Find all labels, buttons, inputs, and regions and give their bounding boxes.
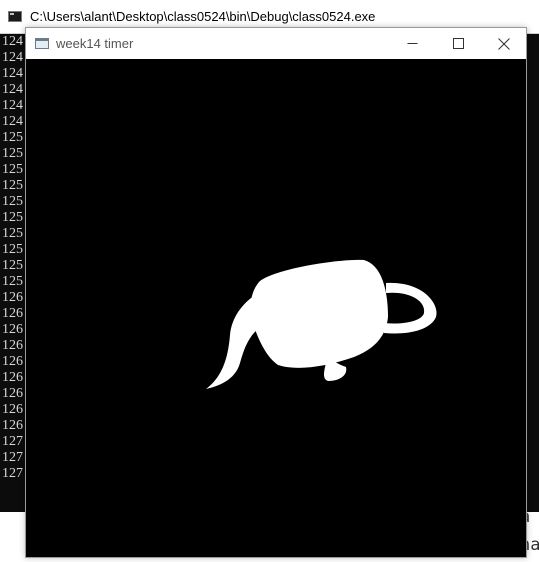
console-line: 125 (2, 242, 23, 257)
console-title: C:\Users\alant\Desktop\class0524\bin\Deb… (30, 9, 376, 24)
console-line: 126 (2, 402, 23, 417)
console-line: 125 (2, 258, 23, 273)
console-line: 125 (2, 162, 23, 177)
console-line: 124 (2, 82, 23, 97)
gl-canvas[interactable] (26, 59, 526, 557)
console-line: 124 (2, 34, 23, 49)
teapot-body (250, 259, 388, 368)
maximize-icon (452, 38, 464, 49)
console-line: 125 (2, 274, 23, 289)
close-button[interactable] (481, 28, 527, 59)
console-line: 124 (2, 114, 23, 129)
minimize-button[interactable] (389, 28, 435, 59)
console-output: 124 124 124 124 124 124 125 125 125 125 … (0, 34, 26, 512)
teapot-handle (384, 282, 437, 334)
gl-titlebar[interactable]: week14 timer (26, 28, 526, 59)
console-line: 125 (2, 194, 23, 209)
window-app-icon (35, 38, 49, 49)
console-line: 125 (2, 146, 23, 161)
console-line: 127 (2, 466, 23, 481)
console-line: 126 (2, 290, 23, 305)
console-line: 125 (2, 210, 23, 225)
console-line: 125 (2, 130, 23, 145)
console-line: 126 (2, 354, 23, 369)
console-app-icon (8, 11, 22, 22)
console-line: 124 (2, 98, 23, 113)
minimize-icon (407, 43, 417, 44)
gl-window[interactable]: week14 timer (25, 27, 527, 558)
console-line: 126 (2, 370, 23, 385)
console-line: 125 (2, 226, 23, 241)
close-icon (498, 37, 510, 50)
console-line: 126 (2, 418, 23, 433)
console-line: 125 (2, 178, 23, 193)
console-line: 126 (2, 306, 23, 321)
console-line: 124 (2, 66, 23, 81)
console-line: 127 (2, 450, 23, 465)
console-line: 126 (2, 386, 23, 401)
console-line: 126 (2, 322, 23, 337)
console-line: 127 (2, 434, 23, 449)
console-line: 124 (2, 50, 23, 65)
gl-window-title: week14 timer (56, 36, 134, 51)
console-line: 126 (2, 338, 23, 353)
maximize-button[interactable] (435, 28, 481, 59)
teapot-render (206, 259, 437, 389)
